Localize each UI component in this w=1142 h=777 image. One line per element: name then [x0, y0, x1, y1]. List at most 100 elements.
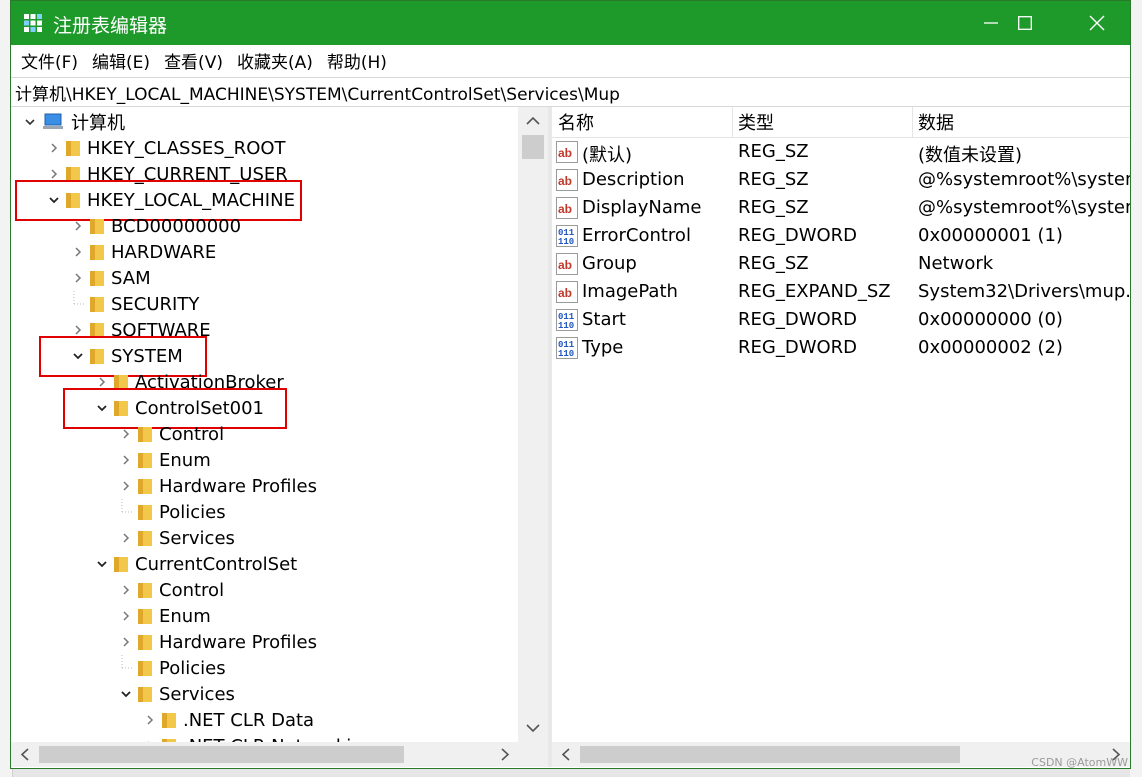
value-name: DisplayName — [582, 197, 702, 218]
tree-connector — [115, 655, 137, 681]
chevron-right-icon[interactable] — [139, 707, 161, 733]
chevron-right-icon[interactable] — [139, 733, 161, 742]
tree-node[interactable]: SAM — [67, 265, 151, 291]
title-bar[interactable]: 注册表编辑器 — [11, 1, 1130, 45]
chevron-right-icon[interactable] — [115, 629, 137, 655]
watermark: CSDN @AtomWW — [1031, 756, 1128, 769]
list-hscroll-thumb[interactable] — [580, 746, 960, 763]
folder-icon — [162, 713, 176, 728]
value-row[interactable]: ab Description REG_SZ @%systemroot%\system3… — [552, 166, 1130, 194]
folder-icon — [138, 427, 152, 442]
value-name: (默认) — [582, 145, 633, 166]
menu-bar: 文件(F) 编辑(E) 查看(V) 收藏夹(A) 帮助(H) — [11, 45, 1130, 75]
folder-icon — [138, 687, 152, 702]
address-path[interactable]: 计算机\HKEY_LOCAL_MACHINE\SYSTEM\CurrentCon… — [15, 80, 620, 105]
tree-node[interactable]: Hardware Profiles — [115, 629, 317, 655]
string-value-icon: ab — [556, 169, 578, 191]
tree-hscroll-thumb[interactable] — [39, 746, 404, 763]
maximize-button[interactable] — [990, 1, 1060, 45]
tree-label: BCD00000000 — [111, 215, 242, 237]
value-name: Description — [582, 169, 685, 190]
close-button[interactable] — [1062, 1, 1132, 45]
column-header-type[interactable]: 类型 — [738, 109, 774, 135]
chevron-down-icon[interactable] — [19, 109, 41, 135]
chevron-right-icon[interactable] — [43, 135, 65, 161]
chevron-right-icon[interactable] — [115, 577, 137, 603]
tree-label: Policies — [159, 657, 226, 679]
svg-text:ab: ab — [558, 146, 572, 160]
tree-node[interactable]: Services — [115, 681, 235, 707]
value-row[interactable]: ab (默认) REG_SZ (数值未设置) — [552, 138, 1130, 166]
tree-node[interactable]: Enum — [115, 447, 211, 473]
value-data: System32\Drivers\mup.sys — [918, 281, 1130, 302]
value-row[interactable]: ab ImagePath REG_EXPAND_SZ System32\Drivers… — [552, 278, 1130, 306]
value-row[interactable]: 011 110 Type REG_DWORD 0x00000002 (2) — [552, 334, 1130, 362]
value-row[interactable]: 011 110 Start REG_DWORD 0x00000000 (0) — [552, 306, 1130, 334]
tree-vertical-scrollbar[interactable] — [518, 107, 548, 742]
tree-node[interactable]: BCD00000000 — [67, 213, 241, 239]
chevron-right-icon[interactable] — [115, 525, 137, 551]
value-type: REG_DWORD — [738, 225, 858, 246]
value-type: REG_DWORD — [738, 337, 858, 358]
value-row[interactable]: ab Group REG_SZ Network — [552, 250, 1130, 278]
menu-file[interactable]: 文件(F) — [19, 48, 80, 73]
value-row[interactable]: ab DisplayName REG_SZ @%systemroot%\system3… — [552, 194, 1130, 222]
scroll-up-icon[interactable] — [518, 111, 548, 131]
tree-scroll-thumb[interactable] — [522, 135, 544, 159]
string-value-icon: ab — [556, 141, 578, 163]
scroll-right-icon[interactable] — [495, 742, 515, 767]
tree-node[interactable]: Policies — [115, 499, 226, 525]
scroll-left-icon[interactable] — [15, 742, 35, 767]
value-type: REG_SZ — [738, 197, 809, 218]
address-bar[interactable]: 计算机\HKEY_LOCAL_MACHINE\SYSTEM\CurrentCon… — [11, 77, 1130, 107]
tree-node[interactable]: HARDWARE — [67, 239, 216, 265]
folder-icon — [90, 271, 104, 286]
column-header-data[interactable]: 数据 — [918, 109, 954, 135]
tree-node[interactable]: Control — [115, 577, 224, 603]
tree-node[interactable]: Services — [115, 525, 235, 551]
tree-label: Hardware Profiles — [159, 475, 317, 497]
chevron-right-icon[interactable] — [67, 239, 89, 265]
chevron-down-icon[interactable] — [91, 551, 113, 577]
chevron-right-icon[interactable] — [67, 265, 89, 291]
folder-icon — [90, 245, 104, 260]
tree-node[interactable]: Policies — [115, 655, 226, 681]
value-type: REG_DWORD — [738, 309, 858, 330]
menu-help[interactable]: 帮助(H) — [325, 48, 389, 73]
chevron-right-icon[interactable] — [115, 421, 137, 447]
chevron-right-icon[interactable] — [67, 213, 89, 239]
tree-node[interactable]: SECURITY — [67, 291, 199, 317]
tree-node[interactable]: .NET CLR Networking — [139, 733, 374, 742]
menu-view[interactable]: 查看(V) — [162, 48, 225, 73]
tree-horizontal-scrollbar[interactable] — [11, 742, 548, 767]
chevron-right-icon[interactable] — [115, 603, 137, 629]
column-header-name[interactable]: 名称 — [558, 109, 594, 135]
tree-label: Control — [159, 579, 225, 601]
value-type: REG_SZ — [738, 141, 809, 162]
column-divider[interactable] — [912, 107, 913, 137]
values-list: 名称 类型 数据 ab (默认) REG_SZ (数值未设置) ab Descriptio… — [552, 107, 1130, 742]
tree-node[interactable]: Control — [115, 421, 224, 447]
chevron-down-icon[interactable] — [115, 681, 137, 707]
column-divider[interactable] — [732, 107, 733, 137]
binary-value-icon: 011 110 — [556, 225, 578, 247]
tree-node[interactable]: .NET CLR Data — [139, 707, 314, 733]
tree-root-computer[interactable]: 计算机 — [19, 109, 125, 135]
value-row[interactable]: 011 110 ErrorControl REG_DWORD 0x00000001 (1… — [552, 222, 1130, 250]
scroll-left-icon[interactable] — [556, 742, 576, 767]
tree-node[interactable]: Hardware Profiles — [115, 473, 317, 499]
tree-node[interactable]: HKEY_CLASSES_ROOT — [43, 135, 286, 161]
folder-icon — [138, 453, 152, 468]
tree-label: SAM — [111, 267, 151, 289]
tree-label: .NET CLR Data — [183, 709, 315, 731]
menu-favorites[interactable]: 收藏夹(A) — [235, 48, 315, 73]
chevron-right-icon[interactable] — [115, 447, 137, 473]
tree-node[interactable]: Enum — [115, 603, 211, 629]
tree-connector — [67, 291, 89, 317]
menu-edit[interactable]: 编辑(E) — [90, 48, 152, 73]
folder-icon — [138, 661, 152, 676]
regedit-window: 注册表编辑器 文件(F) 编辑(E) 查看(V) 收藏夹(A) 帮助(H) 计算… — [10, 0, 1131, 769]
scroll-down-icon[interactable] — [518, 718, 548, 738]
tree-node[interactable]: CurrentControlSet — [91, 551, 297, 577]
chevron-right-icon[interactable] — [115, 473, 137, 499]
